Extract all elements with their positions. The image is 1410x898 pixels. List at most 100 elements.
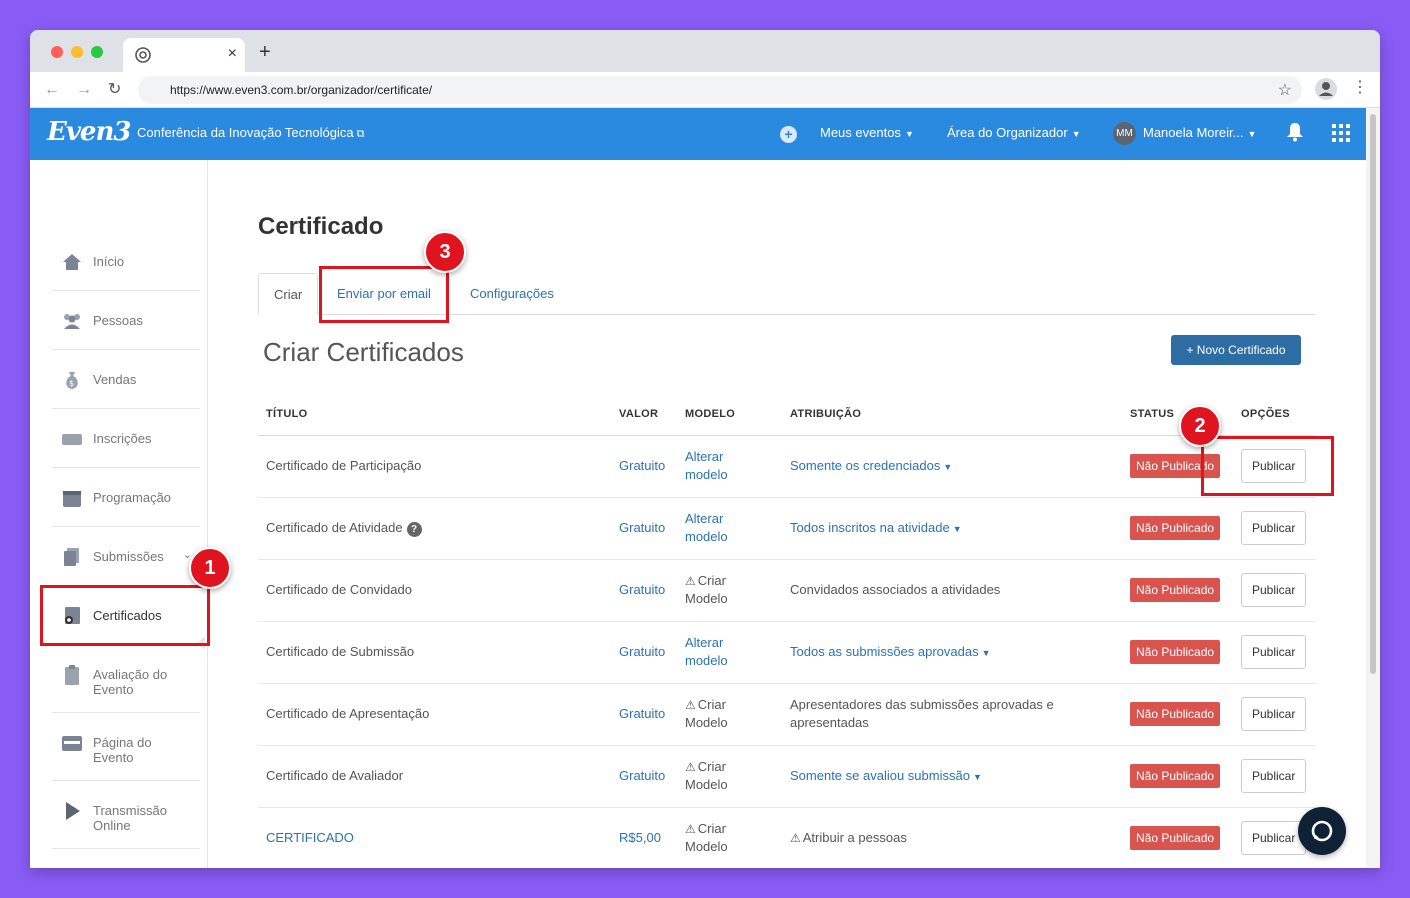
warning-icon: ⚠ (790, 831, 801, 845)
create-model-link[interactable]: ⚠ Criar Modelo (685, 758, 740, 794)
browser-tab[interactable]: × (123, 38, 245, 72)
publish-button[interactable]: Publicar (1241, 573, 1307, 607)
sidebar-item-label: Página do Evento (93, 735, 152, 765)
sidebar-item-pessoas[interactable]: Pessoas (52, 291, 200, 350)
attribution-dropdown[interactable]: Todos as submissões aprovadas ▼ (790, 644, 991, 659)
bell-icon[interactable] (1286, 122, 1304, 147)
scrollbar-thumb[interactable] (1370, 114, 1376, 674)
warning-icon: ⚠ (685, 574, 696, 588)
apps-grid-icon[interactable] (1332, 124, 1350, 142)
attribution-dropdown[interactable]: Somente os credenciados ▼ (790, 458, 952, 473)
value-link[interactable]: Gratuito (619, 520, 665, 535)
value-link[interactable]: Gratuito (619, 582, 665, 597)
table-row: CERTIFICADO R$5,00 ⚠ Criar Modelo ⚠ Atribu… (258, 807, 1316, 868)
add-circle-icon[interactable]: + (780, 126, 797, 143)
status-badge: Não Publicado (1130, 516, 1221, 540)
organizer-area-dropdown[interactable]: Área do Organizador ▼ (947, 125, 1081, 140)
highlight-box-certificados (40, 585, 210, 646)
status-badge: Não Publicado (1130, 578, 1221, 602)
certificates-table: TÍTULO VALOR MODELO ATRIBUIÇÃO STATUS OP… (258, 394, 1316, 868)
attribution-text: Convidados associados a atividades (782, 559, 1122, 622)
maximize-window-dot[interactable] (91, 46, 103, 58)
back-arrow-icon[interactable]: ← (44, 80, 60, 100)
assign-people-link[interactable]: ⚠ Atribuir a pessoas (790, 830, 907, 845)
address-bar[interactable]: https://www.even3.com.br/organizador/cer… (138, 76, 1302, 104)
sidebar-item-programacao[interactable]: Programação (52, 468, 200, 527)
tab-criar[interactable]: Criar (258, 273, 319, 315)
sidebar: Início Pessoas $ Vendas Inscrições Progr… (30, 160, 208, 868)
value-link[interactable]: Gratuito (619, 706, 665, 721)
sidebar-item-label: Avaliação do Evento (93, 667, 168, 697)
caret-down-icon: ▼ (952, 523, 962, 534)
attribution-dropdown[interactable]: Todos inscritos na atividade ▼ (790, 520, 962, 535)
new-certificate-button[interactable]: + Novo Certificado (1171, 335, 1301, 365)
my-events-dropdown[interactable]: Meus eventos ▼ (820, 125, 914, 140)
help-icon[interactable]: ? (406, 522, 422, 537)
warning-icon: ⚠ (685, 698, 696, 712)
create-model-link[interactable]: ⚠ Criar Modelo (685, 696, 740, 732)
certificate-title: Certificado de Participação (258, 435, 611, 498)
sidebar-item-label: Pessoas (93, 313, 143, 328)
change-model-link[interactable]: Alterar modelo (685, 510, 735, 546)
browser-menu-icon[interactable]: ⋮ (1352, 78, 1368, 98)
sidebar-item-inicio[interactable]: Início (52, 232, 200, 291)
app-header: Even3 Conferência da Inovação Tecnológic… (30, 108, 1366, 160)
reload-icon[interactable]: ↻ (108, 80, 121, 100)
sidebar-item-inscricoes[interactable]: Inscrições (52, 409, 200, 468)
column-header: TÍTULO (258, 394, 611, 436)
new-tab-icon[interactable]: + (259, 42, 271, 62)
create-model-link[interactable]: ⚠ Criar Modelo (685, 572, 740, 608)
section-title: Criar Certificados (263, 337, 464, 367)
sidebar-item-label: Transmissão Online (93, 803, 167, 833)
url-text: https://www.even3.com.br/organizador/cer… (170, 83, 433, 97)
tab-close-icon[interactable]: × (228, 45, 237, 63)
publish-button[interactable]: Publicar (1241, 635, 1307, 669)
attribution-dropdown[interactable]: Somente se avaliou submissão ▼ (790, 768, 982, 783)
column-header: MODELO (677, 394, 782, 436)
highlight-box-publicar (1201, 436, 1334, 496)
status-badge: Não Publicado (1130, 764, 1221, 788)
avatar[interactable]: MM (1113, 122, 1136, 145)
browser-tabstrip: × + (30, 30, 1380, 72)
forward-arrow-icon[interactable]: → (76, 80, 92, 100)
sidebar-item-submissoes[interactable]: Submissões ⌄ (52, 527, 200, 586)
bookmark-star-icon[interactable]: ☆ (1278, 80, 1292, 100)
publish-button[interactable]: Publicar (1241, 759, 1307, 793)
change-model-link[interactable]: Alterar modelo (685, 448, 735, 484)
create-model-link[interactable]: ⚠ Criar Modelo (685, 820, 740, 856)
caret-down-icon: ▼ (943, 461, 953, 472)
sidebar-item-vendas[interactable]: $ Vendas (52, 350, 200, 409)
sidebar-item-avaliacao[interactable]: Avaliação do Evento (52, 645, 200, 713)
ticket-icon (62, 434, 82, 445)
caret-down-icon: ▼ (981, 647, 991, 658)
minimize-window-dot[interactable] (71, 46, 83, 58)
annotation-badge-3: 3 (424, 231, 466, 273)
value-link[interactable]: Gratuito (619, 644, 665, 659)
sidebar-item-transmissao[interactable]: Transmissão Online (52, 781, 200, 849)
profile-icon[interactable] (1315, 78, 1337, 100)
value-link[interactable]: Gratuito (619, 768, 665, 783)
close-window-dot[interactable] (51, 46, 63, 58)
clipboard-icon (65, 665, 79, 685)
table-row: Certificado de Participação Gratuito Alt… (258, 435, 1316, 498)
certificate-title: Certificado de Submissão (258, 621, 611, 684)
chevron-down-icon: ▼ (1247, 129, 1257, 139)
page-scrollbar[interactable] (1366, 108, 1380, 868)
even3-logo[interactable]: Even3 (47, 117, 131, 147)
change-model-link[interactable]: Alterar modelo (685, 634, 735, 670)
publish-button[interactable]: Publicar (1241, 821, 1307, 855)
event-name-text: Conferência da Inovação Tecnológica (137, 125, 354, 140)
publish-button[interactable]: Publicar (1241, 697, 1307, 731)
browser-toolbar: ← → ↻ https://www.even3.com.br/organizad… (30, 72, 1380, 108)
chat-bubble-icon[interactable] (1298, 807, 1346, 855)
value-link[interactable]: Gratuito (619, 458, 665, 473)
highlight-box-enviar-email (319, 266, 449, 323)
tab-configuracoes[interactable]: Configurações (455, 273, 569, 315)
certificate-title-link[interactable]: CERTIFICADO (266, 830, 354, 845)
publish-button[interactable]: Publicar (1241, 511, 1307, 545)
user-menu-dropdown[interactable]: Manoela Moreir... ▼ (1143, 125, 1256, 140)
event-name-link[interactable]: Conferência da Inovação Tecnológica ⧉ (137, 125, 364, 141)
value-link[interactable]: R$5,00 (619, 830, 661, 845)
certificate-title: Certificado de Atividade (266, 520, 403, 535)
sidebar-item-pagina[interactable]: Página do Evento (52, 713, 200, 781)
